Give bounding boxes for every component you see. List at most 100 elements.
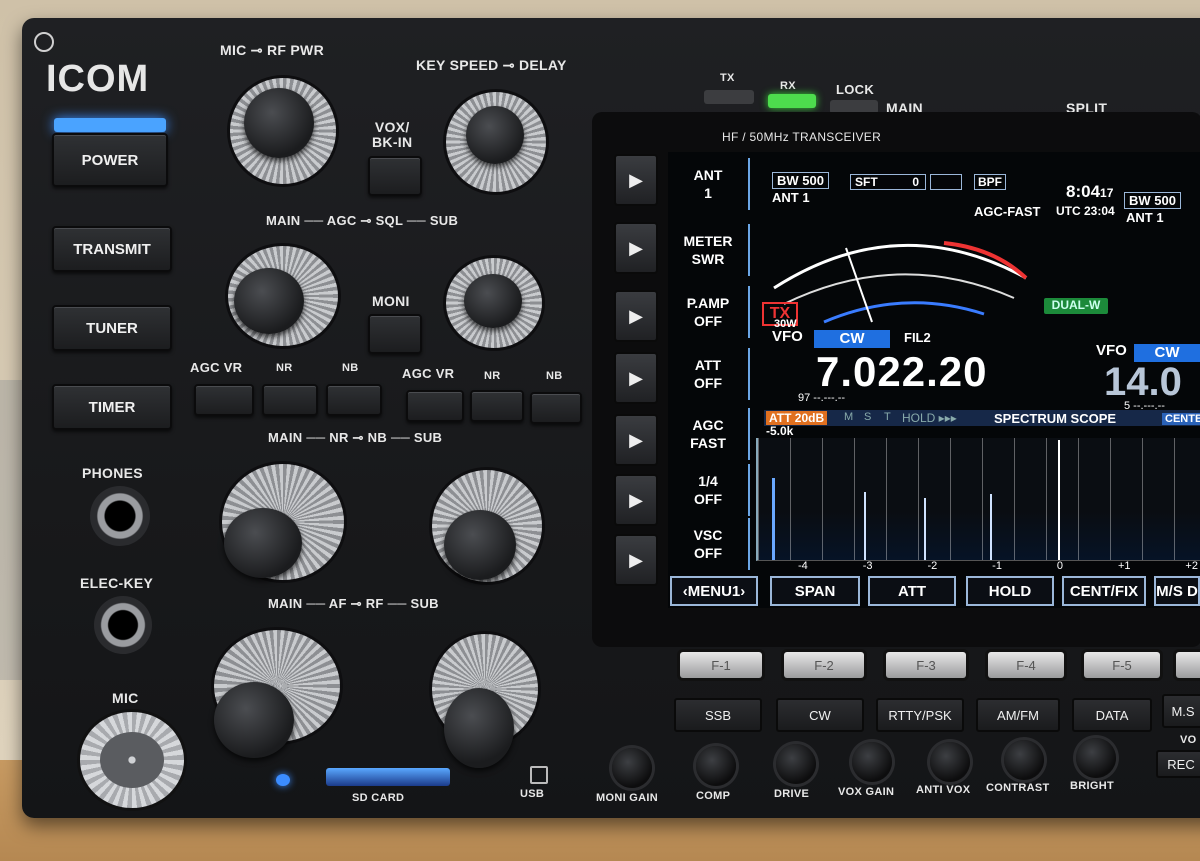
contrast-label: CONTRAST [986, 782, 1050, 794]
anti-vox-knob[interactable] [930, 742, 970, 782]
timer-button[interactable]: TIMER [52, 384, 172, 430]
af-main-knob[interactable] [214, 630, 340, 758]
mic-rf-knob[interactable] [230, 78, 336, 184]
vox-label: VOX/BK-IN [372, 119, 413, 150]
ant-label-sub: ANT 1 [1126, 210, 1164, 225]
scale-tick: 0 [1056, 560, 1063, 572]
span-button[interactable]: SPAN [770, 576, 860, 606]
drive-knob[interactable] [776, 744, 816, 784]
power-button[interactable]: POWER [52, 133, 168, 187]
phones-jack[interactable] [90, 486, 150, 546]
tuner-button[interactable]: TUNER [52, 305, 172, 351]
side-pamp[interactable]: P.AMP OFF [668, 286, 750, 338]
transmit-button[interactable]: TRANSMIT [52, 226, 172, 272]
mode-tag: CW [814, 330, 890, 348]
center-tag: CENTER [1162, 413, 1200, 425]
moni-gain-label: MONI GAIN [596, 792, 658, 804]
agcvr-button-right[interactable] [406, 390, 464, 422]
rtty-psk-button[interactable]: RTTY/PSK [876, 698, 964, 732]
ms-button[interactable]: M/S D [1154, 576, 1200, 606]
ssb-button[interactable]: SSB [674, 698, 762, 732]
f4-key[interactable]: F-4 [988, 652, 1064, 678]
nr-button-right[interactable] [470, 390, 524, 422]
att-button[interactable]: ATT [868, 576, 956, 606]
sd-card-slot[interactable] [326, 768, 450, 786]
elec-key-label: ELEC-KEY [80, 575, 154, 591]
side-agc[interactable]: AGC FAST [668, 408, 750, 460]
side-vsc[interactable]: VSC OFF [668, 518, 750, 570]
signal-peak-2 [864, 492, 866, 560]
screen-side-button-6[interactable]: ▶ [614, 474, 658, 526]
f1-key[interactable]: F-1 [680, 652, 762, 678]
cent-fix-button[interactable]: CENT/FIX [1062, 576, 1146, 606]
bw-tag: BW 500 [772, 172, 829, 189]
bright-label: BRIGHT [1070, 780, 1114, 792]
nb-label-right: NB [546, 370, 563, 382]
rec-button[interactable]: REC [1156, 750, 1200, 778]
nr-button-left[interactable] [262, 384, 318, 416]
am-fm-button[interactable]: AM/FM [976, 698, 1060, 732]
vfo-label-sub: VFO [1096, 342, 1127, 359]
vox-button[interactable] [368, 156, 422, 196]
sub-frequency: 14.0 [1104, 360, 1182, 404]
side-att[interactable]: ATT OFF [668, 348, 750, 400]
scale-tick: +1 [1117, 560, 1131, 572]
moni-gain-knob[interactable] [612, 748, 652, 788]
att-tag: ATT 20dB [766, 411, 828, 425]
side-meter[interactable]: METER SWR [668, 224, 750, 276]
nb-button-left[interactable] [326, 384, 382, 416]
screen-side-button-4[interactable]: ▶ [614, 352, 658, 404]
agcvr-button-left[interactable] [194, 384, 254, 416]
comp-knob[interactable] [696, 746, 736, 786]
agc-main-knob[interactable] [228, 246, 338, 346]
f2-key[interactable]: F-2 [784, 652, 864, 678]
scope-scale: -4 -3 -2 -1 0 +1 +2 [798, 560, 1198, 574]
usb-port[interactable] [530, 766, 548, 784]
sd-led [276, 774, 290, 786]
clock: 8:0417 [1066, 182, 1114, 201]
screen-side-button-5[interactable]: ▶ [614, 414, 658, 466]
screen-side-button-3[interactable]: ▶ [614, 290, 658, 342]
agc-status: AGC-FAST [974, 204, 1041, 219]
side-ant[interactable]: ANT 1 [668, 158, 750, 210]
scope-header [764, 410, 1200, 426]
sft-tag: SFT 0 [850, 174, 926, 190]
contrast-knob[interactable] [1004, 740, 1044, 780]
drive-label: DRIVE [774, 788, 810, 800]
bright-knob[interactable] [1076, 738, 1116, 778]
power-led [54, 118, 166, 132]
f3-key[interactable]: F-3 [886, 652, 966, 678]
bw-tag-sub: BW 500 [1124, 192, 1181, 209]
screen-side-button-2[interactable]: ▶ [614, 222, 658, 274]
brand-logo: ICOM [46, 58, 150, 100]
anti-vox-label: ANTI VOX [916, 784, 971, 796]
hold-button[interactable]: HOLD [966, 576, 1054, 606]
f6-key-partial[interactable] [1176, 652, 1200, 678]
vox-label-partial: VO [1180, 734, 1197, 746]
elec-key-jack[interactable] [94, 596, 152, 654]
nb-sub-knob[interactable] [432, 470, 542, 582]
mic-pins [100, 732, 164, 788]
signal-peak-3 [924, 498, 926, 560]
s-meter [773, 241, 1028, 324]
key-speed-knob[interactable] [446, 92, 546, 192]
side-quarter[interactable]: 1/4 OFF [668, 464, 750, 516]
sql-sub-knob[interactable] [446, 258, 542, 348]
utc-clock: UTC 23:04 [1056, 204, 1115, 218]
rf-sub-knob[interactable] [432, 634, 538, 768]
nb-button-right[interactable] [530, 392, 582, 424]
ms-mode-button[interactable]: M.S [1162, 694, 1200, 728]
nr-main-knob[interactable] [222, 464, 344, 580]
cw-button[interactable]: CW [776, 698, 864, 732]
signal-peak-5 [1058, 440, 1060, 560]
screen-side-button-1[interactable]: ▶ [614, 154, 658, 206]
scale-tick: -2 [927, 560, 938, 572]
agcvr-label-left: AGC VR [190, 360, 243, 375]
comp-label: COMP [696, 790, 731, 802]
data-button[interactable]: DATA [1072, 698, 1152, 732]
moni-button[interactable] [368, 314, 422, 354]
f5-key[interactable]: F-5 [1084, 652, 1160, 678]
menu1-button[interactable]: ‹MENU1› [670, 576, 758, 606]
screen-side-button-7[interactable]: ▶ [614, 534, 658, 586]
vox-gain-knob[interactable] [852, 742, 892, 782]
